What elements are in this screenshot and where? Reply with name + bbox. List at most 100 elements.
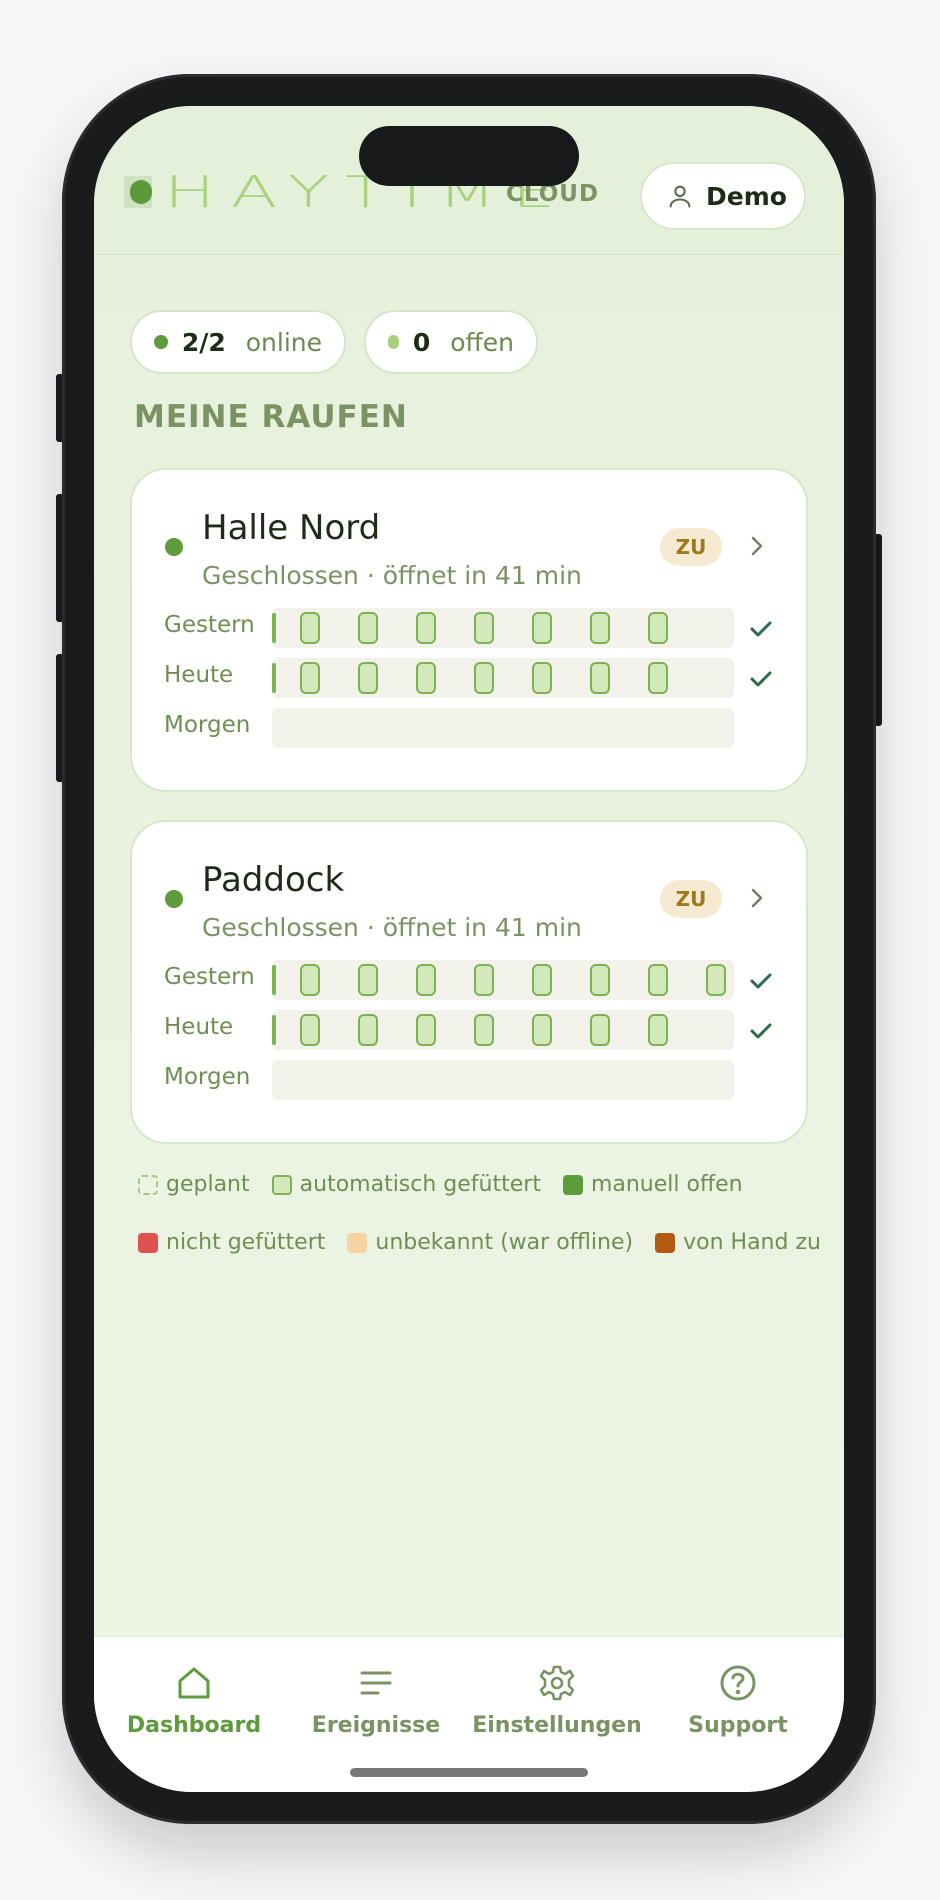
online-status-pill[interactable]: 2/2 online — [130, 310, 346, 374]
check-icon — [750, 1023, 772, 1039]
legend-swatch-manual — [562, 1174, 583, 1195]
feeder-name: Halle Nord — [202, 508, 381, 548]
check-icon — [750, 973, 772, 989]
feeder-status: Geschlossen · öffnet in 41 min — [202, 561, 582, 590]
feeder-status: Geschlossen · öffnet in 41 min — [202, 913, 582, 942]
feeding-slot[interactable] — [358, 1014, 378, 1046]
row-label-today: Heute — [164, 662, 234, 688]
legend-item: geplant — [138, 1172, 250, 1197]
logo-dot — [130, 180, 152, 204]
screen: HAYTIME CLOUD Demo 2/2 online 0 offen ME… — [94, 106, 844, 1792]
open-label: offen — [450, 327, 514, 357]
feeding-slot[interactable] — [416, 964, 436, 996]
legend-item: automatisch gefüttert — [271, 1172, 541, 1197]
timeline-tomorrow — [272, 1060, 734, 1100]
feeding-slot[interactable] — [300, 1014, 320, 1046]
legend-label: unbekannt (war offline) — [375, 1230, 634, 1255]
timeline-yesterday — [272, 608, 734, 648]
nav-label: Dashboard — [126, 1713, 262, 1738]
timeline-today — [272, 1010, 734, 1050]
feeding-slot[interactable] — [648, 1014, 668, 1046]
timeline-start-marker — [272, 613, 276, 643]
feeding-slot[interactable] — [474, 1014, 494, 1046]
feeding-slot[interactable] — [706, 964, 726, 996]
list-icon — [360, 1671, 392, 1695]
check-icon — [750, 671, 772, 687]
feeder-name: Paddock — [202, 860, 345, 900]
timeline-start-marker — [272, 965, 276, 995]
feeding-slot[interactable] — [474, 612, 494, 644]
feeding-slot[interactable] — [300, 662, 320, 694]
open-status-pill[interactable]: 0 offen — [364, 310, 538, 374]
row-label-yesterday: Gestern — [164, 964, 255, 990]
row-label-yesterday: Gestern — [164, 612, 255, 638]
nav-dashboard[interactable]: Dashboard — [104, 1663, 284, 1738]
home-indicator — [350, 1768, 588, 1777]
chevron-right-icon[interactable] — [746, 530, 768, 562]
online-dot — [154, 335, 168, 349]
legend-row-2: nicht gefüttert unbekannt (war offline) … — [138, 1230, 843, 1255]
legend-label: automatisch gefüttert — [299, 1172, 541, 1197]
legend-item: von Hand zu — [655, 1230, 821, 1255]
nav-label: Ereignisse — [311, 1713, 441, 1738]
row-label-tomorrow: Morgen — [164, 1064, 251, 1090]
legend-swatch-planned — [138, 1174, 158, 1195]
feeding-slot[interactable] — [648, 964, 668, 996]
check-icon — [750, 621, 772, 637]
feeding-slot[interactable] — [532, 612, 552, 644]
feeding-slot[interactable] — [300, 964, 320, 996]
online-count: 2/2 — [181, 327, 226, 357]
phone-frame: HAYTIME CLOUD Demo 2/2 online 0 offen ME… — [62, 74, 876, 1824]
feeder-card[interactable]: Paddock Geschlossen · öffnet in 41 min Z… — [130, 820, 808, 1144]
gear-icon — [539, 1665, 575, 1701]
online-label: online — [245, 327, 322, 357]
open-dot — [388, 335, 399, 349]
feeder-card[interactable]: Halle Nord Geschlossen · öffnet in 41 mi… — [130, 468, 808, 792]
feeding-slot[interactable] — [590, 662, 610, 694]
feeding-slot[interactable] — [648, 612, 668, 644]
feeding-slot[interactable] — [358, 964, 378, 996]
closed-badge: ZU — [660, 528, 722, 566]
timeline-start-marker — [272, 1015, 276, 1045]
legend-swatch-not-fed — [138, 1232, 158, 1253]
feeding-slot[interactable] — [648, 662, 668, 694]
legend-swatch-unknown — [347, 1232, 368, 1253]
nav-settings[interactable]: Einstellungen — [467, 1663, 647, 1738]
feeding-slot[interactable] — [358, 612, 378, 644]
feeding-slot[interactable] — [474, 662, 494, 694]
feeding-slot[interactable] — [590, 612, 610, 644]
timeline-start-marker — [272, 663, 276, 693]
nav-label: Support — [688, 1713, 788, 1738]
user-menu-button[interactable]: Demo — [640, 162, 806, 230]
feeding-slot[interactable] — [300, 612, 320, 644]
status-dot — [165, 538, 183, 556]
feeding-slot[interactable] — [474, 964, 494, 996]
timeline-tomorrow — [272, 708, 734, 748]
timeline-today — [272, 658, 734, 698]
timeline-yesterday — [272, 960, 734, 1000]
open-count: 0 — [412, 327, 431, 357]
feeding-slot[interactable] — [416, 1014, 436, 1046]
feeding-slot[interactable] — [590, 1014, 610, 1046]
legend-swatch-hand-closed — [655, 1232, 676, 1253]
user-name: Demo — [706, 181, 787, 211]
row-label-today: Heute — [164, 1014, 234, 1040]
feeding-slot[interactable] — [590, 964, 610, 996]
nav-support[interactable]: Support — [648, 1663, 828, 1738]
legend-label: manuell offen — [590, 1172, 743, 1197]
help-icon — [720, 1665, 756, 1701]
feeding-slot[interactable] — [416, 612, 436, 644]
legend-row-1: geplant automatisch gefüttert manuell of… — [138, 1172, 765, 1197]
row-label-tomorrow: Morgen — [164, 712, 251, 738]
section-title: MEINE RAUFEN — [134, 399, 408, 435]
user-icon — [669, 185, 691, 208]
home-icon — [178, 1667, 210, 1699]
feeding-slot[interactable] — [532, 964, 552, 996]
feeding-slot[interactable] — [532, 662, 552, 694]
nav-events[interactable]: Ereignisse — [286, 1663, 466, 1738]
feeding-slot[interactable] — [532, 1014, 552, 1046]
chevron-right-icon[interactable] — [746, 882, 768, 914]
legend-label: nicht gefüttert — [166, 1230, 326, 1255]
feeding-slot[interactable] — [358, 662, 378, 694]
feeding-slot[interactable] — [416, 662, 436, 694]
